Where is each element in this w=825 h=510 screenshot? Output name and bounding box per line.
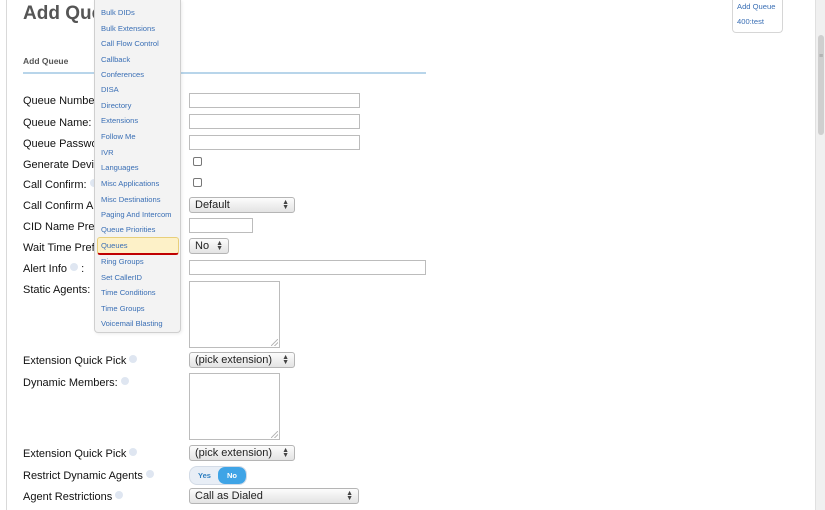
agent-restrictions-label: Agent Restrictions — [23, 491, 124, 503]
restrict-dynamic-agents-text: Restrict Dynamic Agents — [23, 470, 143, 482]
extension-quick-pick-label-2: Extension Quick Pick — [23, 448, 138, 460]
generate-device-checkbox[interactable] — [193, 157, 202, 166]
menu-item-paging-and-intercom[interactable]: Paging And Intercom — [101, 210, 172, 219]
right-nav-add-queue[interactable]: Add Queue — [737, 2, 775, 11]
cid-name-prefix-label: CID Name Pre — [23, 221, 95, 233]
resize-grip-icon[interactable] — [271, 431, 278, 438]
section-divider — [23, 72, 426, 74]
call-confirm-label: Call Confirm: — [23, 179, 98, 191]
wait-time-prefix-select[interactable]: No ▲ ▼ — [189, 238, 229, 254]
menu-item-directory[interactable]: Directory — [101, 101, 131, 110]
menu-item-follow-me[interactable]: Follow Me — [101, 132, 136, 141]
help-icon[interactable] — [129, 355, 138, 363]
menu-item-time-groups[interactable]: Time Groups — [101, 304, 145, 313]
toggle-yes-option[interactable]: Yes — [190, 467, 219, 484]
resize-grip-icon[interactable] — [271, 339, 278, 346]
call-confirm-announce-value: Default — [195, 199, 230, 211]
menu-item-ivr[interactable]: IVR — [101, 148, 114, 157]
queue-number-input[interactable] — [189, 93, 360, 108]
call-confirm-checkbox[interactable] — [193, 178, 202, 187]
menu-item-voicemail-blasting[interactable]: Voicemail Blasting — [101, 319, 163, 328]
section-label: Add Queue — [23, 56, 69, 66]
agent-restrictions-value: Call as Dialed — [195, 490, 263, 502]
menu-item-set-callerid[interactable]: Set CallerID — [101, 273, 142, 282]
call-confirm-text: Call Confirm: — [23, 179, 87, 191]
restrict-dynamic-agents-label: Restrict Dynamic Agents — [23, 470, 154, 482]
select-arrows-icon: ▲ ▼ — [282, 199, 289, 211]
menu-item-ring-groups[interactable]: Ring Groups — [101, 257, 144, 266]
alert-info-label: Alert Info : — [23, 263, 84, 275]
dynamic-members-label: Dynamic Members: — [23, 377, 129, 389]
dynamic-members-textarea[interactable] — [189, 373, 280, 440]
call-confirm-announce-label: Call Confirm An — [23, 200, 100, 212]
help-icon[interactable] — [129, 448, 138, 456]
extension-quick-pick-text-2: Extension Quick Pick — [23, 448, 127, 460]
extension-quick-pick-value-2: (pick extension) — [195, 447, 273, 459]
queue-number-label: Queue Number — [23, 95, 99, 107]
static-agents-textarea[interactable] — [189, 281, 280, 348]
extension-quick-pick-text-1: Extension Quick Pick — [23, 355, 127, 367]
vertical-scrollbar[interactable]: ≡ — [815, 0, 825, 510]
select-arrows-icon: ▲ ▼ — [346, 490, 353, 502]
menu-item-time-conditions[interactable]: Time Conditions — [101, 288, 156, 297]
menu-item-callback[interactable]: Callback — [101, 55, 130, 64]
help-icon[interactable] — [70, 263, 79, 271]
queue-name-label: Queue Name: — [23, 117, 92, 129]
menu-item-conferences[interactable]: Conferences — [101, 70, 144, 79]
menu-item-extensions[interactable]: Extensions — [101, 116, 138, 125]
wait-time-prefix-label: Wait Time Pref — [23, 242, 95, 254]
select-arrows-icon: ▲ ▼ — [282, 354, 289, 366]
menu-item-misc-destinations[interactable]: Misc Destinations — [101, 195, 161, 204]
call-confirm-announce-select[interactable]: Default ▲ ▼ — [189, 197, 295, 213]
menu-item-bulk-extensions[interactable]: Bulk Extensions — [101, 24, 155, 33]
menu-item-disa[interactable]: DISA — [101, 85, 119, 94]
menu-item-call-flow-control[interactable]: Call Flow Control — [101, 39, 159, 48]
extension-quick-pick-label-1: Extension Quick Pick — [23, 355, 138, 367]
extension-quick-pick-value-1: (pick extension) — [195, 354, 273, 366]
scrollbar-thumb[interactable] — [818, 35, 824, 135]
menu-item-queue-priorities[interactable]: Queue Priorities — [101, 225, 155, 234]
cid-name-prefix-input[interactable] — [189, 218, 253, 233]
applications-dropdown-menu: Bulk DIDs Bulk Extensions Call Flow Cont… — [94, 0, 181, 333]
extension-quick-pick-select-1[interactable]: (pick extension) ▲ ▼ — [189, 352, 295, 368]
help-icon[interactable] — [145, 470, 154, 478]
wait-time-prefix-value: No — [195, 240, 210, 252]
restrict-dynamic-agents-toggle[interactable]: Yes No — [189, 466, 247, 485]
menu-item-queues[interactable]: Queues — [101, 241, 128, 250]
queue-name-input[interactable] — [189, 114, 360, 129]
scrollbar-grip-icon: ≡ — [819, 53, 824, 60]
help-icon[interactable] — [120, 377, 129, 385]
alert-info-colon: : — [81, 263, 85, 275]
menu-item-languages[interactable]: Languages — [101, 163, 139, 172]
right-nav-panel: Add Queue 400:test — [732, 0, 783, 33]
menu-item-misc-applications[interactable]: Misc Applications — [101, 179, 159, 188]
agent-restrictions-select[interactable]: Call as Dialed ▲ ▼ — [189, 488, 359, 504]
right-nav-queue-item[interactable]: 400:test — [737, 17, 764, 26]
static-agents-label: Static Agents: — [23, 284, 91, 296]
toggle-no-option[interactable]: No — [218, 467, 246, 484]
select-arrows-icon: ▲ ▼ — [282, 447, 289, 459]
queue-password-input[interactable] — [189, 135, 360, 150]
page-left-border — [6, 0, 7, 510]
alert-info-input[interactable] — [189, 260, 426, 275]
select-arrows-icon: ▲ ▼ — [216, 240, 223, 252]
extension-quick-pick-select-2[interactable]: (pick extension) ▲ ▼ — [189, 445, 295, 461]
alert-info-text: Alert Info — [23, 263, 68, 275]
generate-device-label: Generate Devic — [23, 159, 100, 171]
dynamic-members-text: Dynamic Members: — [23, 377, 118, 389]
queue-password-label: Queue Passwo — [23, 138, 98, 150]
menu-item-bulk-dids[interactable]: Bulk DIDs — [101, 8, 135, 17]
help-icon[interactable] — [115, 491, 124, 499]
agent-restrictions-text: Agent Restrictions — [23, 491, 113, 503]
